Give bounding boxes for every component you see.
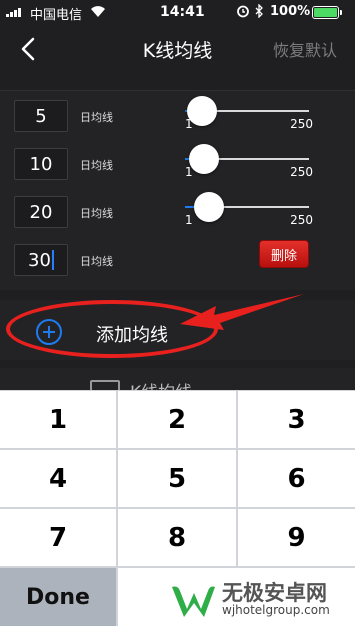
ma-row: 10 日均线 1 250 (0, 139, 355, 185)
back-button[interactable] (14, 34, 42, 64)
key-2[interactable]: 2 (118, 391, 236, 448)
key-5[interactable]: 5 (118, 450, 236, 507)
signal-icon (6, 8, 21, 17)
period-input[interactable]: 30 (14, 244, 68, 276)
restore-default-button[interactable]: 恢复默认 (273, 37, 337, 61)
ma-label: 日均线 (80, 255, 113, 268)
period-slider[interactable]: 1 250 (185, 192, 315, 229)
key-6[interactable]: 6 (238, 450, 355, 507)
key-8[interactable]: 8 (118, 509, 236, 566)
period-value: 20 (29, 201, 53, 223)
ma-row: 5 日均线 1 250 (0, 91, 355, 137)
ma-row: 30 日均线 删除 (0, 235, 355, 281)
period-input[interactable]: 20 (14, 196, 68, 228)
key-1[interactable]: 1 (0, 391, 116, 448)
slider-min-label: 1 (185, 165, 193, 179)
delete-button[interactable]: 删除 (259, 240, 309, 268)
slider-thumb[interactable] (194, 192, 225, 222)
text-caret (51, 250, 54, 270)
period-slider[interactable]: 1 250 (185, 96, 315, 133)
ma-settings-list: 5 日均线 1 250 10 日均线 1 250 20 日均线 1 250 30… (0, 90, 355, 290)
plus-circle-icon (36, 319, 62, 345)
kline-icon (90, 380, 120, 390)
slider-min-label: 1 (185, 213, 193, 227)
ma-label: 日均线 (80, 111, 113, 124)
add-ma-button[interactable]: 添加均线 (0, 300, 355, 360)
numeric-keypad: 1 2 3 4 5 6 7 8 9 Done (0, 390, 355, 626)
key-4[interactable]: 4 (0, 450, 116, 507)
wifi-icon (91, 6, 105, 17)
period-input[interactable]: 5 (14, 100, 68, 132)
key-9[interactable]: 9 (238, 509, 355, 566)
battery-icon (312, 6, 342, 19)
add-ma-label: 添加均线 (96, 325, 168, 346)
slider-max-label: 250 (290, 213, 313, 227)
alarm-icon (237, 5, 249, 18)
carrier-name: 中国电信 (30, 8, 83, 23)
key-7[interactable]: 7 (0, 509, 116, 566)
period-value: 30 (28, 249, 51, 271)
ma-label: 日均线 (80, 159, 113, 172)
navbar: K线均线 恢复默认 (0, 24, 355, 74)
key-3[interactable]: 3 (238, 391, 355, 448)
done-button[interactable]: Done (0, 568, 116, 626)
slider-thumb[interactable] (189, 144, 220, 174)
ma-row: 20 日均线 1 250 (0, 187, 355, 233)
period-value: 5 (35, 105, 47, 127)
status-time: 14:41 (160, 4, 205, 20)
slider-max-label: 250 (290, 117, 313, 131)
period-slider[interactable]: 1 250 (185, 144, 315, 181)
kline-section-label: K线均线 (130, 378, 192, 390)
bluetooth-icon (255, 4, 263, 18)
slider-min-label: 1 (185, 117, 193, 131)
kline-section-header: K线均线 (0, 368, 355, 390)
period-input[interactable]: 10 (14, 148, 68, 180)
key-0[interactable] (118, 568, 355, 626)
battery-percent: 100% (270, 4, 311, 19)
period-value: 10 (29, 153, 53, 175)
slider-max-label: 250 (290, 165, 313, 179)
ma-label: 日均线 (80, 207, 113, 220)
status-bar: 中国电信 14:41 100% (0, 0, 355, 24)
